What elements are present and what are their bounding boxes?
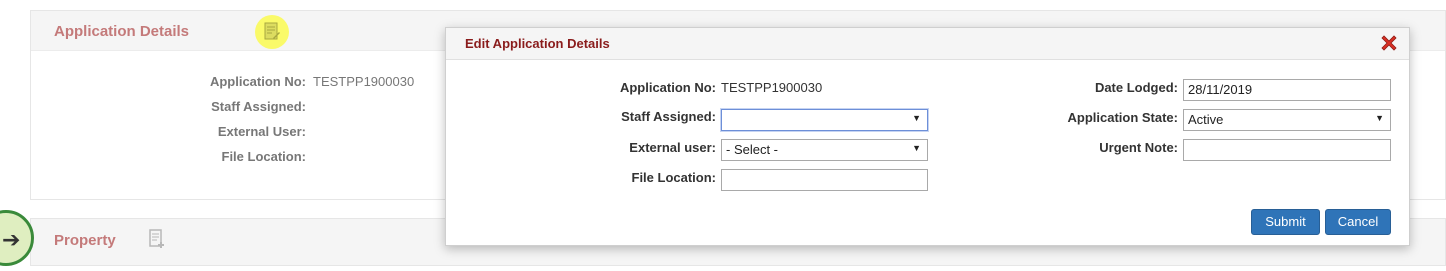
external-user-label: External user:: [629, 140, 716, 155]
date-lodged-value: 28/11/2019: [1188, 82, 1253, 97]
application-state-select[interactable]: Active: [1183, 109, 1391, 131]
urgent-note-label: Urgent Note:: [1099, 140, 1178, 155]
date-lodged-label: Date Lodged:: [1094, 80, 1178, 95]
application-no-label: Application No:: [619, 80, 716, 95]
staff-assigned-label: Staff Assigned:: [621, 109, 716, 124]
submit-button[interactable]: Submit: [1251, 209, 1320, 235]
property-title: Property: [54, 232, 116, 249]
file-location-label: File Location:: [631, 170, 717, 185]
modal-header: Edit Application Details: [446, 28, 1409, 60]
date-lodged-input[interactable]: 28/11/2019: [1183, 79, 1391, 101]
modal-title: Edit Application Details: [465, 36, 610, 51]
bg-file-location-label: File Location:: [221, 149, 307, 164]
application-details-title: Application Details: [54, 23, 190, 40]
file-location-input[interactable]: [721, 169, 928, 191]
cancel-button[interactable]: Cancel: [1325, 209, 1391, 235]
bg-staff-assigned-label: Staff Assigned:: [211, 99, 306, 114]
application-state-label: Application State:: [1067, 110, 1178, 125]
external-user-value: - Select -: [726, 142, 779, 157]
document-edit-icon[interactable]: [264, 22, 280, 42]
application-no-value: TESTPP1900030: [721, 80, 823, 95]
bg-application-no-label: Application No:: [209, 74, 306, 89]
bg-external-user-label: External User:: [217, 124, 306, 139]
application-state-value: Active: [1188, 112, 1224, 127]
edit-application-modal: Edit Application Details Application No:…: [445, 27, 1410, 246]
staff-assigned-select[interactable]: [721, 109, 928, 131]
bg-application-no-value: TESTPP1900030: [313, 74, 415, 89]
external-user-select[interactable]: - Select -: [721, 139, 928, 161]
urgent-note-input[interactable]: [1183, 139, 1391, 161]
close-icon[interactable]: [1379, 33, 1399, 53]
add-document-icon[interactable]: [149, 229, 165, 249]
arrow-right-icon[interactable]: ➔: [2, 227, 20, 253]
